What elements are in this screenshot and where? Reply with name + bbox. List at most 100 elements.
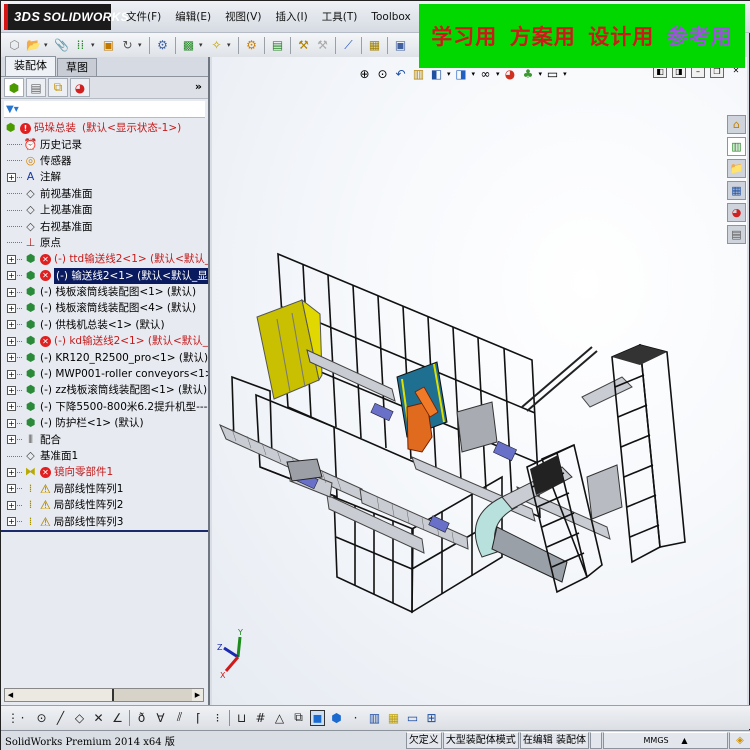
menu-view[interactable]: 视图(V): [218, 1, 268, 33]
tree-item[interactable]: + A 注解: [1, 169, 208, 185]
linear-pattern-dropdown[interactable]: ▾: [91, 41, 98, 49]
expand-toggle-icon[interactable]: +: [7, 353, 16, 363]
tree-item[interactable]: + ⬢ (-) 下降5500-800米6.2提升机型------: [1, 399, 208, 415]
tree-item[interactable]: + ⁞ ⚠ 局部线性阵列2: [1, 497, 208, 513]
tree-item[interactable]: + ⬢ (-) 栈板滚筒线装配图<1> (默认): [1, 284, 208, 300]
scroll-right-icon[interactable]: ▶: [192, 689, 203, 701]
configuration-manager-icon[interactable]: ⧉: [48, 78, 68, 97]
tree-item[interactable]: + ⧓ ✕ 镜向零部件1: [1, 464, 208, 480]
scroll-thumb[interactable]: [16, 689, 114, 701]
tree-item[interactable]: + ⬢ (-) 栈板滚筒线装配图<4> (默认): [1, 300, 208, 316]
horizontal-scrollbar[interactable]: ◀ ▶: [4, 688, 204, 702]
expand-toggle-icon[interactable]: +: [7, 435, 16, 445]
move-component-icon[interactable]: ↻: [119, 37, 136, 54]
expand-toggle-icon[interactable]: +: [7, 336, 16, 346]
tag-icon[interactable]: ◈: [729, 732, 750, 749]
expand-toggle-icon[interactable]: +: [7, 484, 16, 494]
circle-icon[interactable]: ⊙: [34, 711, 49, 725]
tree-item[interactable]: ⬢! 码垛总装 (默认<显示状态-1>): [1, 120, 208, 136]
polygon-icon[interactable]: ◇: [72, 711, 87, 725]
expand-toggle-icon[interactable]: +: [7, 369, 16, 379]
offset-icon[interactable]: ∀: [153, 711, 168, 725]
expand-toggle-icon[interactable]: +: [7, 303, 16, 313]
move-component-dropdown[interactable]: ▾: [138, 41, 145, 49]
box-select-icon[interactable]: ⧉: [291, 710, 306, 725]
new-motion-study-icon[interactable]: ⚙: [243, 37, 260, 54]
bill-of-materials-icon[interactable]: ▤: [269, 37, 286, 54]
window-quad-icon[interactable]: ⊞: [424, 711, 439, 725]
tree-item[interactable]: + ⬢ (-) 供栈机总装<1> (默认): [1, 317, 208, 333]
menu-toolbox[interactable]: Toolbox: [364, 1, 417, 33]
window-split-icon[interactable]: ▭: [405, 711, 420, 725]
property-manager-icon[interactable]: ▤: [26, 78, 46, 97]
graphics-area[interactable]: ⊕ ⊙ ↶ ▥ ◧ ▾ ◨ ▾ ∞ ▾ ◕ ♣ ▾ ▭ ▾ ◧ ◨ – ❐ ✕ ⌂ ▥ 📁…: [212, 57, 747, 705]
mate-icon[interactable]: 📎: [53, 37, 70, 54]
interference-detection-icon[interactable]: ⟋: [340, 37, 357, 54]
grid-icon[interactable]: #: [253, 711, 268, 725]
expand-toggle-icon[interactable]: +: [7, 287, 16, 297]
assembly-features-dropdown[interactable]: ▾: [199, 41, 206, 49]
isometric-icon[interactable]: ⬢: [329, 711, 344, 725]
expand-toggle-icon[interactable]: +: [7, 402, 16, 412]
tree-item[interactable]: ◎ 传感器: [1, 153, 208, 169]
filter-icon[interactable]: ▼▾: [6, 104, 19, 115]
expand-toggle-icon[interactable]: +: [7, 467, 16, 477]
show-hidden-icon[interactable]: ⚙: [154, 37, 171, 54]
expand-toggle-icon[interactable]: +: [7, 271, 16, 281]
tree-item[interactable]: + ⁞ ⚠ 局部线性阵列1: [1, 481, 208, 497]
tree-item[interactable]: + ⬢ ✕(-) ttd输送线2<1> (默认<默认_显示: [1, 251, 208, 267]
window-tile-icon[interactable]: ▦: [386, 711, 401, 725]
expand-toggle-icon[interactable]: +: [7, 500, 16, 510]
instant3d-icon[interactable]: ▣: [392, 37, 409, 54]
assembly-features-icon[interactable]: ▩: [180, 37, 197, 54]
tree-item[interactable]: + ⦀ 配合: [1, 431, 208, 447]
tree-item[interactable]: + ⁞ ⚠ 局部线性阵列3: [1, 513, 208, 529]
trim-icon[interactable]: ✕: [91, 711, 106, 725]
menu-file[interactable]: 文件(F): [119, 1, 168, 33]
explode-line-sketch-icon[interactable]: ⚒: [314, 37, 331, 54]
menu-tools[interactable]: 工具(T): [315, 1, 365, 33]
linear-pattern-icon[interactable]: ⁞⁞: [72, 37, 89, 54]
menu-insert[interactable]: 插入(I): [268, 1, 314, 33]
fillet-icon[interactable]: ð: [134, 711, 149, 725]
clearance-verification-icon[interactable]: ▦: [366, 37, 383, 54]
tree-item[interactable]: ◇ 前视基准面: [1, 186, 208, 202]
unit-system-button[interactable]: MMGS ▲: [603, 732, 728, 749]
assembly-model-3d[interactable]: [212, 57, 747, 705]
expand-toggle-icon[interactable]: +: [7, 418, 16, 428]
solidworks-logo[interactable]: 3DS SOLIDWORKS: [4, 4, 129, 30]
extend-icon[interactable]: ∠: [110, 711, 125, 725]
expand-toggle-icon[interactable]: +: [7, 172, 16, 182]
smart-fasteners-icon[interactable]: ▣: [100, 37, 117, 54]
more-tabs-button[interactable]: »: [195, 80, 202, 93]
expand-toggle-icon[interactable]: +: [7, 385, 16, 395]
rectangle-icon[interactable]: ⁝: [210, 711, 225, 725]
expand-toggle-icon[interactable]: +: [7, 517, 16, 527]
tree-item[interactable]: + ⬢ ✕(-) 输送线2<1> (默认<默认_显示状: [1, 267, 208, 284]
scroll-left-icon[interactable]: ◀: [5, 689, 16, 701]
tree-filter[interactable]: ▼▾: [4, 101, 205, 118]
tab-assembly[interactable]: 装配体: [5, 56, 56, 76]
tree-item[interactable]: + ⬢ (-) 防护栏<1> (默认): [1, 415, 208, 431]
tree-item[interactable]: ◇ 上视基准面: [1, 202, 208, 218]
tree-item[interactable]: + ⬢ ✕(-) kd输送线2<1> (默认<默认_显示: [1, 333, 208, 349]
layers-icon[interactable]: ▥: [367, 711, 382, 725]
expand-toggle-icon[interactable]: +: [7, 320, 16, 330]
tree-item[interactable]: + ⬢ (-) zz栈板滚筒线装配图<1> (默认): [1, 382, 208, 398]
corner-icon[interactable]: ⌈: [191, 711, 206, 725]
relations-icon[interactable]: △: [272, 711, 287, 725]
reference-geometry-dropdown[interactable]: ▾: [227, 41, 234, 49]
toolbar-grip[interactable]: ⋮: [7, 711, 19, 725]
tree-item[interactable]: ⏰ 历史记录: [1, 136, 208, 152]
insert-component-dropdown[interactable]: ▾: [44, 41, 51, 49]
insert-component-icon[interactable]: 📂: [25, 37, 42, 54]
reference-geometry-icon[interactable]: ✧: [208, 37, 225, 54]
shaded-icon[interactable]: ◼: [310, 709, 325, 726]
exploded-view-icon[interactable]: ⚒: [295, 37, 312, 54]
feature-manager-icon[interactable]: ⬢: [4, 78, 24, 97]
point-icon[interactable]: ·: [15, 711, 30, 725]
tree-item[interactable]: ⊥ 原点: [1, 235, 208, 251]
tree-item[interactable]: +⁞局部线性阵列4: [1, 530, 208, 531]
tree-item[interactable]: + ⬢ (-) MWP001-roller conveyors<1> (默认,: [1, 366, 208, 382]
tab-sketch[interactable]: 草图: [57, 58, 97, 76]
